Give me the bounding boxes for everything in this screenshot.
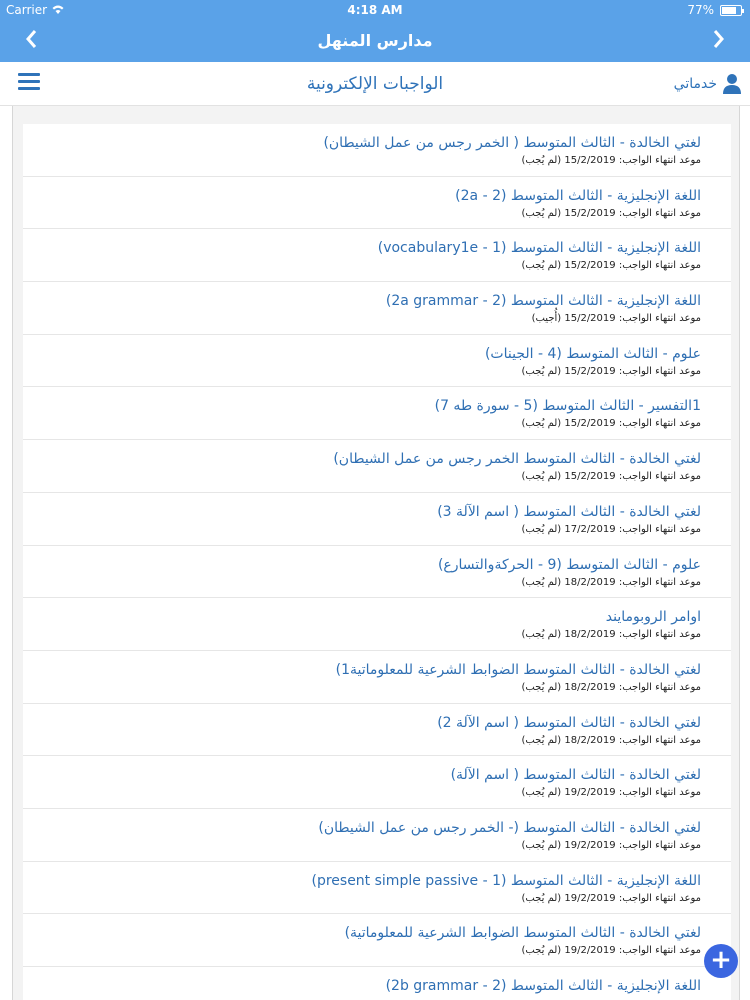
assignment-title: اللغة الإنجليزية - الثالث المتوسط (1 - v… [377, 240, 701, 257]
list-item[interactable]: اوامر الروبومايند موعد انتهاء الواجب: 18/… [23, 598, 731, 651]
assignment-title: اللغة الإنجليزية - الثالث المتوسط (2 - 2… [385, 978, 701, 994]
assignment-title: علوم - الثالث المتوسط (9 - الحركةوالتسار… [437, 556, 701, 573]
assignment-title: اوامر الروبومايند [605, 609, 701, 626]
list-item[interactable]: لغتي الخالدة - الثالث المتوسط الضوابط ال… [23, 914, 731, 967]
assignment-due: موعد انتهاء الواجب: 19/2/2019 (لم يُجب) [521, 892, 701, 904]
assignments-panel: لغتي الخالدة - الثالث المتوسط ( الخمر رج… [12, 106, 740, 1000]
status-bar: Carrier 4:18 AM 77% [0, 0, 750, 22]
assignment-due: موعد انتهاء الواجب: 15/2/2019 (لم يُجب) [521, 155, 701, 166]
assignments-list: لغتي الخالدة - الثالث المتوسط ( الخمر رج… [23, 124, 731, 1000]
assignment-due: موعد انتهاء الواجب: 17/2/2019 (لم يُجب) [521, 523, 701, 535]
list-item[interactable]: علوم - الثالث المتوسط (4 - الجينات) موعد … [23, 335, 731, 388]
list-item[interactable]: اللغة الإنجليزية - الثالث المتوسط (2 - 2… [23, 967, 731, 1000]
assignment-due: موعد انتهاء الواجب: 18/2/2019 (لم يُجب) [521, 734, 701, 746]
list-item[interactable]: لغتي الخالدة - الثالث المتوسط الضوابط ال… [23, 651, 731, 704]
assignment-title: لغتي الخالدة - الثالث المتوسط ( اسم الآل… [450, 767, 701, 784]
list-item[interactable]: لغتي الخالدة - الثالث المتوسط ( اسم الآل… [23, 756, 731, 809]
assignment-title: اللغة الإنجليزية - الثالث المتوسط (2 - 2… [455, 187, 701, 204]
assignment-title: اللغة الإنجليزية - الثالث المتوسط (2 - 2… [385, 293, 701, 310]
battery-percent: 77% [687, 3, 714, 17]
battery-icon [720, 5, 744, 16]
list-item[interactable]: لغتي الخالدة - الثالث المتوسط ( الخمر رج… [23, 124, 731, 177]
assignment-due: موعد انتهاء الواجب: 15/2/2019 (لم يُجب) [521, 260, 701, 272]
list-item[interactable]: لغتي الخالدة - الثالث المتوسط (- الخمر ر… [23, 809, 731, 862]
assignment-title: 1التفسير - الثالث المتوسط (5 - سورة طه 7… [434, 398, 701, 415]
plus-icon: + [710, 945, 732, 975]
assignment-due: موعد انتهاء الواجب: 18/2/2019 (لم يُجب) [521, 576, 701, 588]
chevron-right-icon[interactable] [704, 28, 734, 56]
assignment-title: لغتي الخالدة - الثالث المتوسط ( الخمر رج… [323, 135, 701, 151]
assignment-due: موعد انتهاء الواجب: 15/2/2019 (لم يُجب) [521, 471, 701, 483]
assignment-title: لغتي الخالدة - الثالث المتوسط الضوابط ال… [344, 925, 701, 942]
assignment-due: موعد انتهاء الواجب: 18/2/2019 (لم يُجب) [521, 629, 701, 641]
assignment-due: موعد انتهاء الواجب: 19/2/2019 (لم يُجب) [521, 945, 701, 957]
my-services-button[interactable]: خدماتي [674, 73, 742, 95]
assignment-due: موعد انتهاء الواجب: 18/2/2019 (لم يُجب) [521, 681, 701, 693]
assignment-title: لغتي الخالدة - الثالث المتوسط الضوابط ال… [335, 661, 701, 678]
assignment-title: علوم - الثالث المتوسط (4 - الجينات) [484, 345, 701, 362]
list-item[interactable]: اللغة الإنجليزية - الثالث المتوسط (2 - 2… [23, 177, 731, 230]
assignment-title: اللغة الإنجليزية - الثالث المتوسط (1 - p… [311, 872, 701, 889]
add-button[interactable]: + [704, 944, 738, 978]
list-item[interactable]: لغتي الخالدة - الثالث المتوسط ( اسم الآل… [23, 704, 731, 757]
assignment-due: موعد انتهاء الواجب: 19/2/2019 (لم يُجب) [521, 787, 701, 799]
list-item[interactable]: لغتي الخالدة - الثالث المتوسط الخمر رجس … [23, 440, 731, 493]
assignment-due: موعد انتهاء الواجب: 15/2/2019 (لم يُجب) [521, 207, 701, 219]
list-item[interactable]: لغتي الخالدة - الثالث المتوسط ( اسم الآل… [23, 493, 731, 546]
assignment-due: موعد انتهاء الواجب: 15/2/2019 (أُجيب) [531, 313, 701, 325]
page-title: الواجبات الإلكترونية [306, 74, 444, 94]
list-item[interactable]: 1التفسير - الثالث المتوسط (5 - سورة طه 7… [23, 387, 731, 441]
list-item[interactable]: اللغة الإنجليزية - الثالث المتوسط (1 - p… [23, 862, 731, 915]
list-item[interactable]: اللغة الإنجليزية - الثالث المتوسط (1 - v… [23, 229, 731, 283]
list-item[interactable]: اللغة الإنجليزية - الثالث المتوسط (2 - 2… [23, 282, 731, 335]
assignment-title: لغتي الخالدة - الثالث المتوسط ( اسم الآل… [437, 714, 701, 731]
user-icon [722, 73, 742, 95]
navigation-bar: مدارس المنهل [0, 22, 750, 62]
page-header: الواجبات الإلكترونية خدماتي [0, 62, 750, 106]
list-item[interactable]: علوم - الثالث المتوسط (9 - الحركةوالتسار… [23, 546, 731, 599]
assignment-title: لغتي الخالدة - الثالث المتوسط ( اسم الآل… [437, 503, 701, 520]
nav-title: مدارس المنهل [317, 31, 433, 50]
assignment-title: لغتي الخالدة - الثالث المتوسط (- الخمر ر… [318, 819, 701, 836]
assignment-due: موعد انتهاء الواجب: 15/2/2019 (لم يُجب) [521, 365, 701, 377]
status-time: 4:18 AM [347, 3, 403, 17]
assignment-due: موعد انتهاء الواجب: 19/2/2019 (لم يُجب) [521, 839, 701, 851]
assignment-due: موعد انتهاء الواجب: 15/2/2019 (لم يُجب) [521, 418, 701, 430]
my-services-label: خدماتي [673, 76, 717, 92]
assignment-title: لغتي الخالدة - الثالث المتوسط الخمر رجس … [333, 451, 701, 468]
